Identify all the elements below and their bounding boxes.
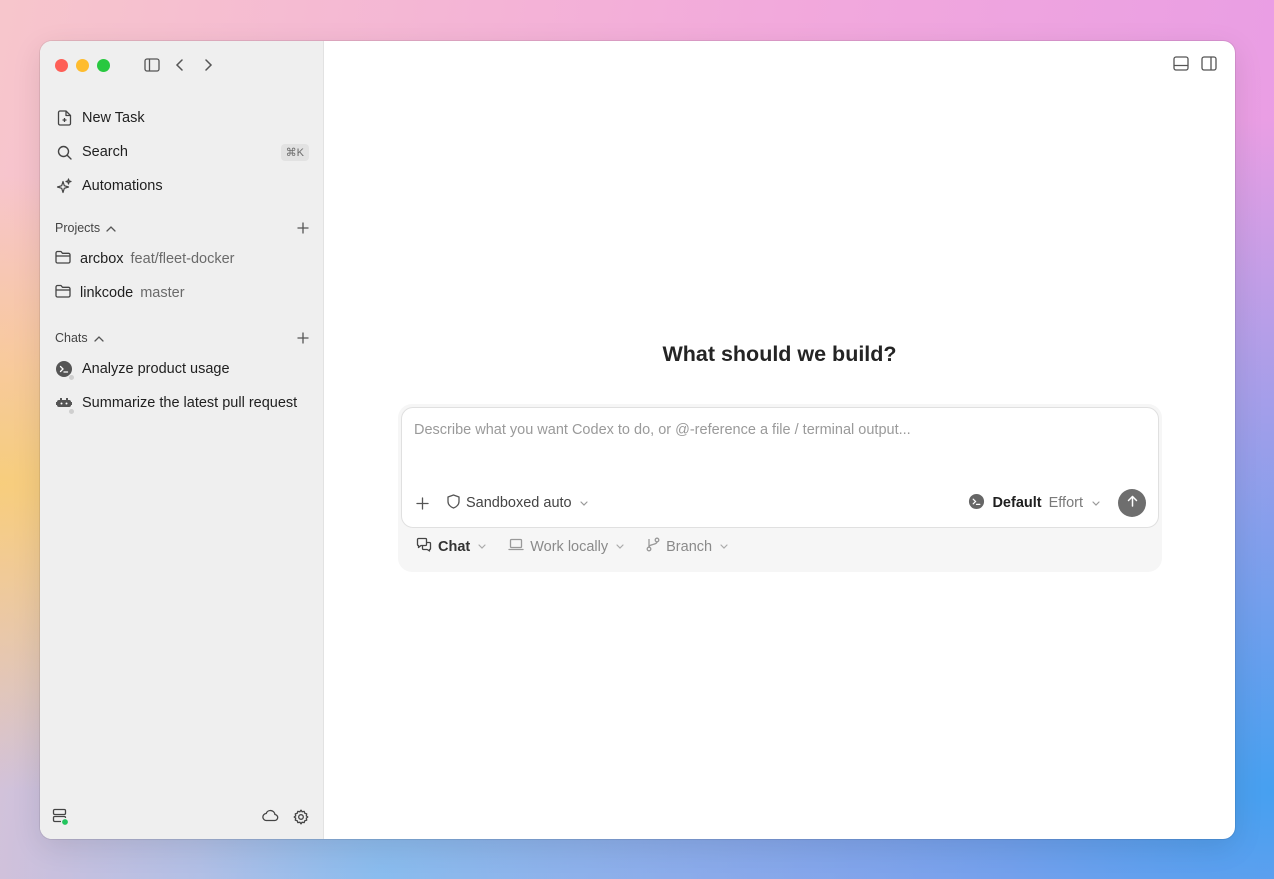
panel-toggles bbox=[1173, 56, 1217, 76]
chevron-down-icon bbox=[580, 500, 588, 506]
add-project-icon[interactable] bbox=[297, 222, 309, 234]
toggle-bottom-panel-icon[interactable] bbox=[1173, 56, 1189, 76]
project-name: arcbox bbox=[80, 251, 124, 267]
chat-item-summarize-pull-request[interactable]: Summarize the latest pull request bbox=[52, 386, 309, 420]
shield-icon bbox=[447, 493, 460, 513]
git-branch-icon bbox=[646, 537, 660, 556]
chevron-down-icon bbox=[720, 544, 728, 549]
project-name: linkcode bbox=[80, 285, 134, 301]
sandbox-mode-label: Sandboxed auto bbox=[466, 495, 572, 511]
sandbox-mode-dropdown[interactable]: Sandboxed auto bbox=[447, 493, 588, 513]
close-window-button[interactable] bbox=[55, 59, 68, 72]
folder-icon bbox=[55, 250, 71, 268]
chat-label: Analyze product usage bbox=[82, 361, 230, 377]
zoom-window-button[interactable] bbox=[97, 59, 110, 72]
send-button[interactable] bbox=[1118, 489, 1146, 517]
project-item-linkcode[interactable]: linkcode master bbox=[52, 276, 309, 310]
sidebar: New Task Search ⌘K Automations Projects bbox=[40, 41, 324, 839]
search-button[interactable]: Search ⌘K bbox=[52, 135, 309, 169]
automations-label: Automations bbox=[82, 178, 163, 194]
sidebar-footer bbox=[52, 807, 309, 831]
automations-button[interactable]: Automations bbox=[52, 169, 309, 203]
terminal-chat-icon bbox=[55, 360, 75, 381]
chevron-up-icon[interactable] bbox=[94, 335, 104, 342]
app-window: New Task Search ⌘K Automations Projects bbox=[40, 41, 1235, 839]
agent-chat-icon bbox=[55, 394, 75, 415]
composer-container: Describe what you want Codex to do, or @… bbox=[398, 404, 1162, 572]
add-attachment-icon[interactable] bbox=[416, 496, 429, 510]
chevron-down-icon bbox=[478, 544, 486, 549]
projects-section-header[interactable]: Projects bbox=[52, 214, 309, 242]
forward-chevron-icon[interactable] bbox=[199, 56, 217, 74]
composer-toolbar: Sandboxed auto Default Effort bbox=[416, 489, 1146, 517]
chevron-up-icon[interactable] bbox=[106, 225, 116, 232]
arrow-up-icon bbox=[1127, 494, 1138, 512]
project-branch: master bbox=[140, 285, 185, 301]
chat-item-analyze-product-usage[interactable]: Analyze product usage bbox=[52, 352, 309, 386]
project-branch: feat/fleet-docker bbox=[130, 251, 235, 267]
branch-label: Branch bbox=[666, 538, 713, 555]
search-label: Search bbox=[82, 144, 128, 160]
chats-section-header[interactable]: Chats bbox=[52, 324, 309, 352]
new-task-label: New Task bbox=[82, 110, 145, 126]
search-shortcut-badge: ⌘K bbox=[280, 143, 309, 161]
composer-right-controls: Default Effort bbox=[968, 489, 1146, 517]
window-controls bbox=[55, 59, 110, 72]
add-chat-icon[interactable] bbox=[297, 332, 309, 344]
chat-mode-label: Chat bbox=[438, 538, 471, 555]
model-effort-dropdown[interactable]: Default Effort bbox=[968, 493, 1100, 514]
back-chevron-icon[interactable] bbox=[171, 56, 189, 74]
model-label: Default bbox=[992, 495, 1042, 511]
chats-title: Chats bbox=[55, 331, 88, 345]
toggle-right-panel-icon[interactable] bbox=[1201, 56, 1217, 76]
chat-status-dot bbox=[68, 408, 75, 415]
effort-label: Effort bbox=[1048, 495, 1083, 511]
chat-bubbles-icon bbox=[416, 537, 432, 556]
cloud-icon[interactable] bbox=[262, 809, 279, 830]
environment-status-icon[interactable] bbox=[52, 808, 70, 831]
sidebar-nav: New Task Search ⌘K Automations Projects bbox=[52, 101, 309, 420]
search-icon bbox=[55, 143, 73, 161]
page-title: What should we build? bbox=[662, 342, 897, 366]
settings-gear-icon[interactable] bbox=[293, 809, 309, 830]
task-input[interactable]: Describe what you want Codex to do, or @… bbox=[414, 422, 911, 438]
projects-title: Projects bbox=[55, 221, 101, 235]
chat-status-dot bbox=[68, 374, 75, 381]
composer-box[interactable]: Describe what you want Codex to do, or @… bbox=[401, 407, 1159, 528]
work-location-dropdown[interactable]: Work locally bbox=[508, 538, 624, 555]
main-panel: What should we build? Describe what you … bbox=[324, 41, 1235, 839]
chat-mode-dropdown[interactable]: Chat bbox=[416, 537, 486, 556]
chevron-down-icon bbox=[616, 544, 624, 549]
branch-dropdown[interactable]: Branch bbox=[646, 537, 728, 556]
terminal-model-icon bbox=[968, 493, 985, 514]
minimize-window-button[interactable] bbox=[76, 59, 89, 72]
sparkle-icon bbox=[55, 177, 73, 195]
new-task-icon bbox=[55, 109, 73, 127]
chat-label: Summarize the latest pull request bbox=[82, 395, 298, 411]
work-location-label: Work locally bbox=[530, 538, 609, 555]
footer-actions bbox=[262, 809, 309, 830]
new-task-button[interactable]: New Task bbox=[52, 101, 309, 135]
project-item-arcbox[interactable]: arcbox feat/fleet-docker bbox=[52, 242, 309, 276]
chevron-down-icon bbox=[1092, 500, 1100, 506]
toggle-sidebar-icon[interactable] bbox=[143, 56, 161, 74]
folder-icon bbox=[55, 284, 71, 302]
composer-options: Chat Work locally Branch bbox=[416, 537, 728, 556]
laptop-icon bbox=[508, 538, 524, 555]
sidebar-toolbar bbox=[143, 56, 217, 74]
